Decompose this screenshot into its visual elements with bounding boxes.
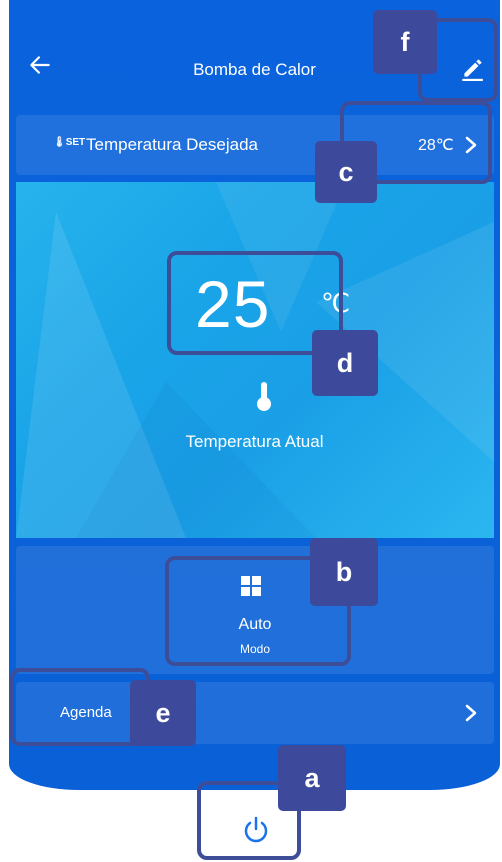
target-temperature-label: Temperatura Desejada <box>86 135 258 154</box>
annotation-tag-c: c <box>315 141 377 203</box>
annotation-tag-b: b <box>310 538 378 606</box>
annotation-box-e <box>10 668 150 746</box>
thermometer-icon <box>257 382 271 411</box>
panel-background-shapes <box>16 182 494 538</box>
annotation-tag-f: f <box>373 10 437 74</box>
set-icon-text: SET <box>65 137 86 148</box>
annotation-tag-a: a <box>278 745 346 811</box>
current-temperature-panel <box>16 182 494 538</box>
chevron-right-icon <box>465 704 477 722</box>
thermometer-set-icon: 🌡SET <box>53 137 86 148</box>
annotation-tag-e: e <box>130 680 196 746</box>
current-temperature-label: Temperatura Atual <box>185 432 324 451</box>
annotation-tag-d: d <box>312 330 378 396</box>
